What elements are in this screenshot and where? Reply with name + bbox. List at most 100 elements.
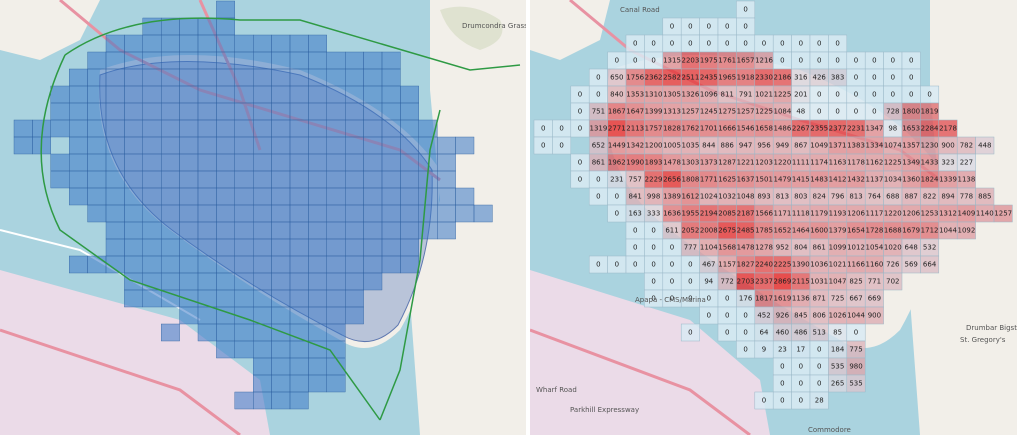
cell-count-label: 1357 bbox=[902, 142, 920, 150]
coverage-cell bbox=[252, 357, 272, 376]
cell-count-label: 460 bbox=[776, 329, 789, 337]
coverage-cell bbox=[179, 238, 199, 257]
coverage-cell bbox=[381, 136, 401, 155]
coverage-map[interactable]: Drumcondra Grass bbox=[0, 0, 526, 435]
coverage-cell bbox=[345, 68, 364, 87]
cell-count-label: 775 bbox=[849, 346, 862, 354]
cell-count-label: 0 bbox=[596, 74, 600, 82]
cell-count-label: 2186 bbox=[773, 74, 791, 82]
coverage-cell bbox=[179, 187, 199, 206]
cell-count-label: 1800 bbox=[902, 108, 920, 116]
cell-count-label: 0 bbox=[633, 57, 637, 65]
cell-count-label: 1990 bbox=[626, 159, 644, 167]
coverage-cell bbox=[363, 68, 383, 87]
cell-count-label: 2052 bbox=[681, 227, 699, 235]
coverage-cell bbox=[363, 204, 383, 223]
coverage-cell bbox=[216, 85, 235, 104]
cell-count-label: 1225 bbox=[773, 91, 791, 99]
coverage-cell bbox=[105, 136, 125, 155]
cell-count-label: 0 bbox=[651, 40, 655, 48]
coverage-cell bbox=[197, 68, 217, 87]
cell-count-label: 0 bbox=[835, 57, 839, 65]
cell-count-label: 947 bbox=[739, 142, 752, 150]
cell-count-label: 0 bbox=[578, 125, 582, 133]
coverage-cell bbox=[363, 119, 383, 138]
cell-count-label: 535 bbox=[849, 380, 862, 388]
coverage-cell bbox=[271, 204, 291, 223]
coverage-cell bbox=[252, 136, 272, 155]
coverage-cell bbox=[271, 51, 291, 70]
coverage-cell bbox=[381, 68, 401, 87]
cell-count-label: 1566 bbox=[755, 210, 773, 218]
cell-count-label: 1389 bbox=[663, 193, 681, 201]
coverage-cell bbox=[345, 221, 364, 240]
coverage-cell bbox=[216, 340, 235, 359]
coverage-cell bbox=[50, 119, 70, 138]
counts-map-panel[interactable]: 0 0 0 0 0 0 0 0 0 0 0 0 0 0 0 0 0 0 0 0 0 1315 2203 1975 1761 165… bbox=[530, 0, 1017, 435]
cell-count-label: 0 bbox=[743, 40, 747, 48]
coverage-cell bbox=[289, 153, 309, 172]
cell-count-label: 17 bbox=[796, 346, 805, 354]
cell-count-label: 1034 bbox=[884, 176, 902, 184]
cell-count-label: 650 bbox=[610, 74, 623, 82]
coverage-cell bbox=[345, 170, 364, 189]
cell-count-label: 0 bbox=[688, 278, 692, 286]
coverage-cell bbox=[289, 289, 309, 308]
cell-count-label: 0 bbox=[743, 346, 747, 354]
coverage-cell bbox=[252, 272, 272, 291]
cell-count-label: 1084 bbox=[773, 108, 791, 116]
coverage-cell bbox=[363, 136, 383, 155]
coverage-cell bbox=[381, 170, 401, 189]
coverage-cell bbox=[234, 391, 254, 410]
cell-count-label: 383 bbox=[831, 74, 844, 82]
coverage-cell bbox=[418, 204, 438, 223]
coverage-cell bbox=[216, 0, 235, 19]
coverage-cell bbox=[87, 255, 107, 274]
cell-count-label: 1379 bbox=[829, 227, 847, 235]
cell-count-label: 980 bbox=[849, 363, 862, 371]
coverage-cell bbox=[142, 238, 162, 257]
cell-count-label: 1383 bbox=[847, 142, 865, 150]
cell-count-label: 2231 bbox=[847, 125, 865, 133]
cell-count-label: 0 bbox=[799, 380, 803, 388]
coverage-cell bbox=[197, 51, 217, 70]
coverage-cell bbox=[326, 204, 346, 223]
cell-count-label: 0 bbox=[909, 91, 913, 99]
coverage-cell bbox=[308, 238, 327, 257]
coverage-cell bbox=[179, 85, 199, 104]
cell-count-label: 0 bbox=[891, 57, 895, 65]
counts-map[interactable]: 00 0 0 0 00 0 0 0 0 0 0 0 0 0 0 00 0 0 1315 2203 1975 1761 165… bbox=[530, 0, 1017, 435]
coverage-cell bbox=[197, 238, 217, 257]
cell-count-label: 1035 bbox=[681, 142, 699, 150]
cell-count-label: 467 bbox=[702, 261, 715, 269]
coverage-cell bbox=[105, 119, 125, 138]
cell-count-label: 1206 bbox=[847, 210, 865, 218]
cell-count-label: 0 bbox=[651, 278, 655, 286]
cell-count-label: 1305 bbox=[663, 91, 681, 99]
cell-count-label: 231 bbox=[610, 176, 623, 184]
coverage-cell bbox=[345, 136, 364, 155]
cell-count-label: 952 bbox=[776, 244, 789, 252]
cell-count-label: 1415 bbox=[792, 176, 810, 184]
coverage-map-panel[interactable]: Drumcondra Grass bbox=[0, 0, 526, 435]
cell-count-label: 1568 bbox=[718, 244, 736, 252]
coverage-cell bbox=[289, 51, 309, 70]
coverage-cell bbox=[289, 255, 309, 274]
cell-count-label: 0 bbox=[799, 363, 803, 371]
cell-count-label: 1319 bbox=[589, 125, 607, 133]
cell-count-label: 0 bbox=[835, 108, 839, 116]
coverage-cell bbox=[326, 238, 346, 257]
cell-count-label: 757 bbox=[629, 176, 642, 184]
coverage-cell bbox=[179, 289, 199, 308]
coverage-cell bbox=[87, 51, 107, 70]
cell-count-label: 1612 bbox=[681, 193, 699, 201]
coverage-cell bbox=[271, 187, 291, 206]
coverage-cell bbox=[271, 323, 291, 342]
coverage-cell bbox=[326, 289, 346, 308]
cell-count-label: 0 bbox=[633, 227, 637, 235]
cell-count-label: 2194 bbox=[700, 210, 718, 218]
cell-count-label: 0 bbox=[707, 23, 711, 31]
cell-count-label: 0 bbox=[596, 91, 600, 99]
cell-count-label: 0 bbox=[799, 397, 803, 405]
cell-count-label: 861 bbox=[813, 244, 826, 252]
